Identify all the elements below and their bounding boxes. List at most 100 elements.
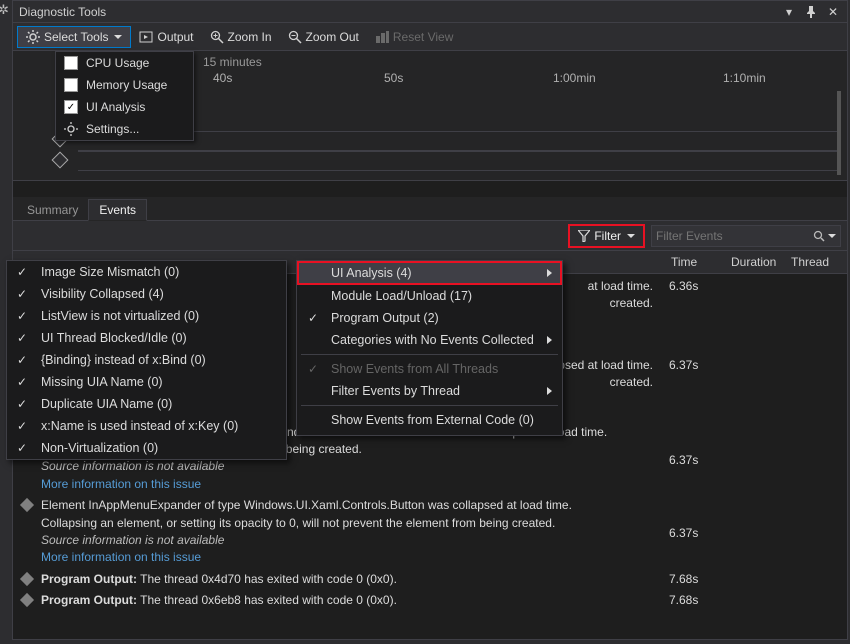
- menu-label: Image Size Mismatch (0): [41, 265, 179, 279]
- time-tick: 40s: [213, 71, 232, 85]
- auto-hide-icon[interactable]: ▾: [781, 4, 797, 20]
- menu-label: Categories with No Events Collected: [331, 333, 539, 347]
- filter-external-code[interactable]: Show Events from External Code (0): [297, 409, 562, 431]
- col-time[interactable]: Time: [671, 255, 731, 269]
- event-row[interactable]: Program Output: The thread 0x4d70 has ex…: [19, 569, 841, 590]
- select-tools-label: Select Tools: [44, 30, 108, 44]
- analysis-filter-item[interactable]: ✓ {Binding} instead of x:Bind (0): [7, 349, 286, 371]
- event-text: created.: [610, 296, 653, 310]
- event-text: at load time.: [588, 279, 653, 293]
- reset-view-label: Reset View: [393, 30, 453, 44]
- pin-icon[interactable]: [803, 4, 819, 20]
- menu-label: Module Load/Unload (17): [331, 289, 552, 303]
- gear-icon: [64, 122, 78, 136]
- time-tick: 50s: [384, 71, 403, 85]
- menu-label: UI Thread Blocked/Idle (0): [41, 331, 187, 345]
- filter-by-thread[interactable]: Filter Events by Thread: [297, 380, 562, 402]
- search-box[interactable]: [651, 225, 841, 247]
- gear-icon[interactable]: ✲: [0, 2, 9, 18]
- analysis-filter-item[interactable]: ✓UI Thread Blocked/Idle (0): [7, 327, 286, 349]
- event-prefix: Program Output:: [41, 572, 137, 586]
- scrollbar[interactable]: [837, 91, 841, 175]
- event-source: Source information is not available: [41, 458, 224, 475]
- analysis-filter-item[interactable]: ✓Visibility Collapsed (4): [7, 283, 286, 305]
- menu-ui-analysis[interactable]: ✓ UI Analysis: [56, 96, 193, 118]
- event-time: 6.36s: [669, 278, 729, 295]
- zoom-in-button[interactable]: Zoom In: [202, 27, 280, 47]
- check-icon: ✓: [13, 419, 31, 433]
- analysis-filter-item[interactable]: ✓x:Name is used instead of x:Key (0): [7, 415, 286, 437]
- analysis-filter-item[interactable]: ✓Duplicate UIA Name (0): [7, 393, 286, 415]
- output-button[interactable]: Output: [131, 27, 201, 47]
- check-icon: ✓: [13, 353, 31, 367]
- reset-view-button[interactable]: Reset View: [367, 27, 461, 47]
- filter-button[interactable]: Filter: [568, 224, 645, 248]
- chevron-down-icon: [114, 35, 122, 39]
- search-icon[interactable]: [813, 230, 825, 242]
- analysis-filter-item[interactable]: ✓Missing UIA Name (0): [7, 371, 286, 393]
- more-info-link[interactable]: More information on this issue: [41, 550, 201, 564]
- close-icon[interactable]: ✕: [825, 4, 841, 20]
- tab-bar: Summary Events: [13, 197, 847, 221]
- chevron-down-icon: [627, 234, 635, 238]
- filter-icon: [578, 230, 590, 242]
- search-input[interactable]: [656, 229, 813, 243]
- event-text: The thread 0x6eb8 has exited with code 0…: [137, 593, 397, 607]
- filter-no-events[interactable]: Categories with No Events Collected: [297, 329, 562, 351]
- event-text: created.: [610, 375, 653, 389]
- tab-label: Summary: [27, 203, 78, 217]
- zoom-out-button[interactable]: Zoom Out: [280, 27, 367, 47]
- event-text: Collapsing an element, or setting its op…: [41, 516, 555, 530]
- event-time: 6.37s: [669, 424, 729, 469]
- toolbar: Select Tools Output Zoom In Zoom Out: [13, 23, 847, 51]
- col-duration[interactable]: Duration: [731, 255, 791, 269]
- tab-summary[interactable]: Summary: [17, 200, 88, 220]
- title-bar: Diagnostic Tools ▾ ✕: [13, 1, 847, 23]
- diamond-marker-icon: [20, 572, 34, 586]
- menu-label: Memory Usage: [86, 78, 167, 92]
- check-icon: ✓: [13, 375, 31, 389]
- submenu-arrow-icon: [547, 336, 552, 344]
- menu-label: Non-Virtualization (0): [41, 441, 158, 455]
- col-thread[interactable]: Thread: [791, 255, 841, 269]
- zoom-out-icon: [288, 30, 302, 44]
- tab-label: Events: [99, 203, 136, 217]
- menu-cpu-usage[interactable]: CPU Usage: [56, 52, 193, 74]
- menu-label: Filter Events by Thread: [331, 384, 539, 398]
- check-icon: ✓: [13, 309, 31, 323]
- menu-label: ListView is not virtualized (0): [41, 309, 199, 323]
- check-icon: ✓: [13, 265, 31, 279]
- tab-events[interactable]: Events: [88, 199, 147, 221]
- select-tools-button[interactable]: Select Tools: [17, 26, 131, 48]
- zoom-out-label: Zoom Out: [306, 30, 359, 44]
- event-text: psed at load time.: [558, 358, 653, 372]
- output-icon: [139, 30, 153, 44]
- menu-memory-usage[interactable]: Memory Usage: [56, 74, 193, 96]
- timeline-track[interactable]: [78, 151, 841, 171]
- checkbox-unchecked-icon: [64, 78, 78, 92]
- ui-analysis-submenu: ✓ Image Size Mismatch (0) ✓Visibility Coll…: [6, 260, 287, 460]
- analysis-filter-item[interactable]: ✓ Image Size Mismatch (0): [7, 261, 286, 283]
- submenu-arrow-icon: [547, 387, 552, 395]
- analysis-filter-item[interactable]: ✓ ListView is not virtualized (0): [7, 305, 286, 327]
- filter-ui-analysis[interactable]: UI Analysis (4): [297, 261, 562, 285]
- more-info-link[interactable]: More information on this issue: [41, 476, 201, 493]
- menu-label: CPU Usage: [86, 56, 149, 70]
- menu-label: {Binding} instead of x:Bind (0): [41, 353, 206, 367]
- filter-program-output[interactable]: ✓ Program Output (2): [297, 307, 562, 329]
- menu-label: Show Events from External Code (0): [331, 413, 552, 427]
- diamond-marker-icon: [20, 498, 34, 512]
- filter-module[interactable]: Module Load/Unload (17): [297, 285, 562, 307]
- submenu-arrow-icon: [547, 269, 552, 277]
- checkbox-unchecked-icon: [64, 56, 78, 70]
- session-duration-label: 15 minutes: [203, 55, 262, 69]
- filter-all-threads: ✓ Show Events from All Threads: [297, 358, 562, 380]
- filter-menu: UI Analysis (4) Module Load/Unload (17) …: [296, 260, 563, 436]
- check-icon: ✓: [13, 397, 31, 411]
- event-row[interactable]: Element InAppMenuExpander of type Window…: [19, 495, 841, 569]
- menu-settings[interactable]: Settings...: [56, 118, 193, 140]
- filter-label: Filter: [594, 229, 621, 243]
- analysis-filter-item[interactable]: ✓Non-Virtualization (0): [7, 437, 286, 459]
- event-row[interactable]: Program Output: The thread 0x6eb8 has ex…: [19, 590, 841, 611]
- chevron-down-icon[interactable]: [828, 234, 836, 238]
